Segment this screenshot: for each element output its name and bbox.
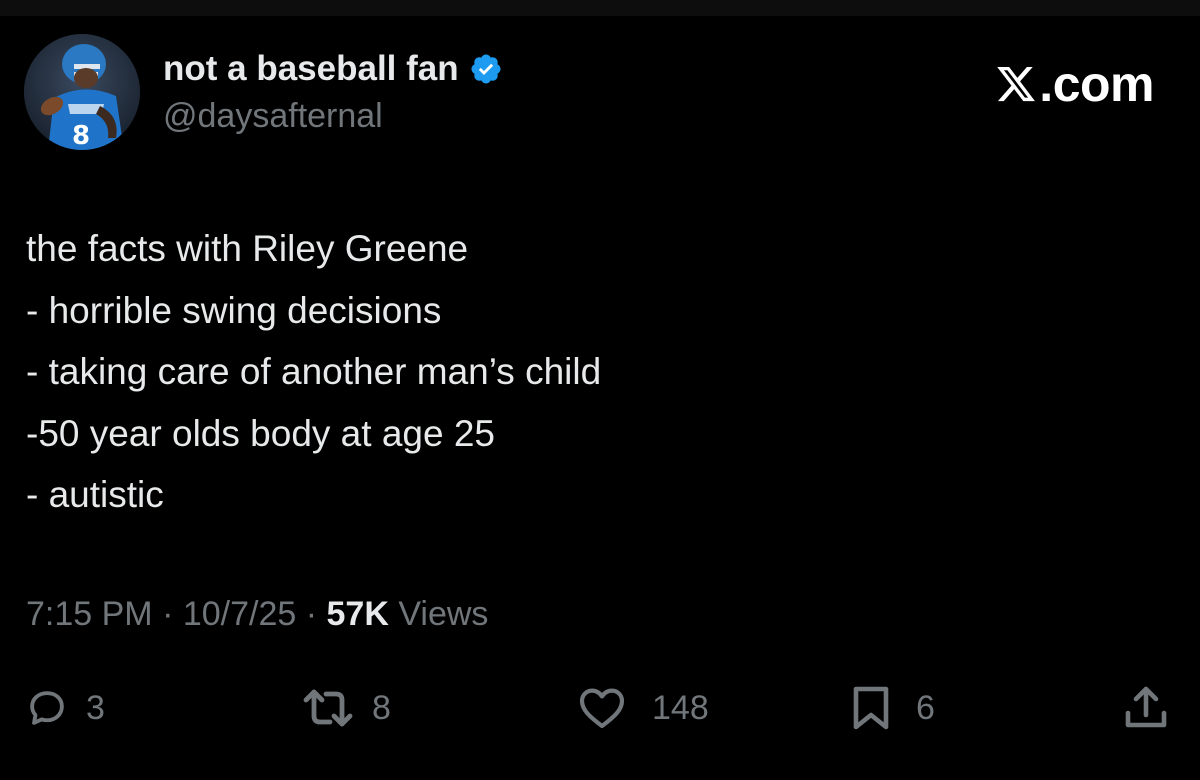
author-handle[interactable]: @daysafternal (163, 95, 383, 137)
avatar[interactable]: 8 (24, 34, 140, 150)
views-label: Views (388, 595, 489, 633)
tweet-line: - taking care of another man’s child (26, 351, 602, 392)
meta-separator: · (152, 595, 183, 633)
tweet-line: - horrible swing decisions (26, 289, 442, 331)
like-count: 148 (652, 689, 709, 727)
meta-separator: · (296, 595, 327, 633)
reply-button[interactable]: 3 (26, 680, 105, 736)
repost-button[interactable]: 8 (300, 680, 391, 736)
share-button[interactable] (1124, 680, 1168, 736)
x-logo-icon (995, 63, 1037, 105)
heart-icon (579, 688, 625, 729)
author-name-row[interactable]: not a baseball fan (163, 48, 503, 90)
repost-icon (303, 689, 353, 727)
top-strip (0, 0, 1200, 16)
bookmark-button[interactable]: 6 (852, 680, 935, 736)
tweet-line: - autistic (26, 474, 164, 515)
tweet-date[interactable]: 10/7/25 (183, 595, 296, 633)
like-button[interactable]: 148 (578, 680, 709, 736)
tweet-time[interactable]: 7:15 PM (26, 595, 153, 633)
tweet-line: the facts with Riley Greene (26, 228, 469, 269)
brand-domain: .com (1039, 56, 1154, 112)
reply-count: 3 (86, 689, 105, 727)
bookmark-count: 6 (916, 689, 935, 727)
bookmark-icon (853, 686, 889, 730)
x-com-watermark: .com (995, 56, 1154, 112)
verified-badge-icon[interactable] (469, 52, 503, 86)
repost-count: 8 (372, 689, 391, 727)
share-icon (1125, 686, 1167, 728)
tweet-text: the facts with Riley Greene - horrible s… (26, 218, 1166, 526)
views-count: 57K (326, 595, 389, 633)
tweet-line: -50 year olds body at age 25 (26, 412, 495, 454)
reply-icon (30, 691, 64, 725)
football-player-avatar-icon: 8 (24, 34, 140, 150)
display-name[interactable]: not a baseball fan (163, 48, 459, 90)
svg-text:8: 8 (72, 121, 90, 150)
tweet-meta: 7:15 PM · 10/7/25 · 57K Views (26, 592, 488, 636)
action-bar: 3 8 148 6 (0, 680, 1200, 736)
